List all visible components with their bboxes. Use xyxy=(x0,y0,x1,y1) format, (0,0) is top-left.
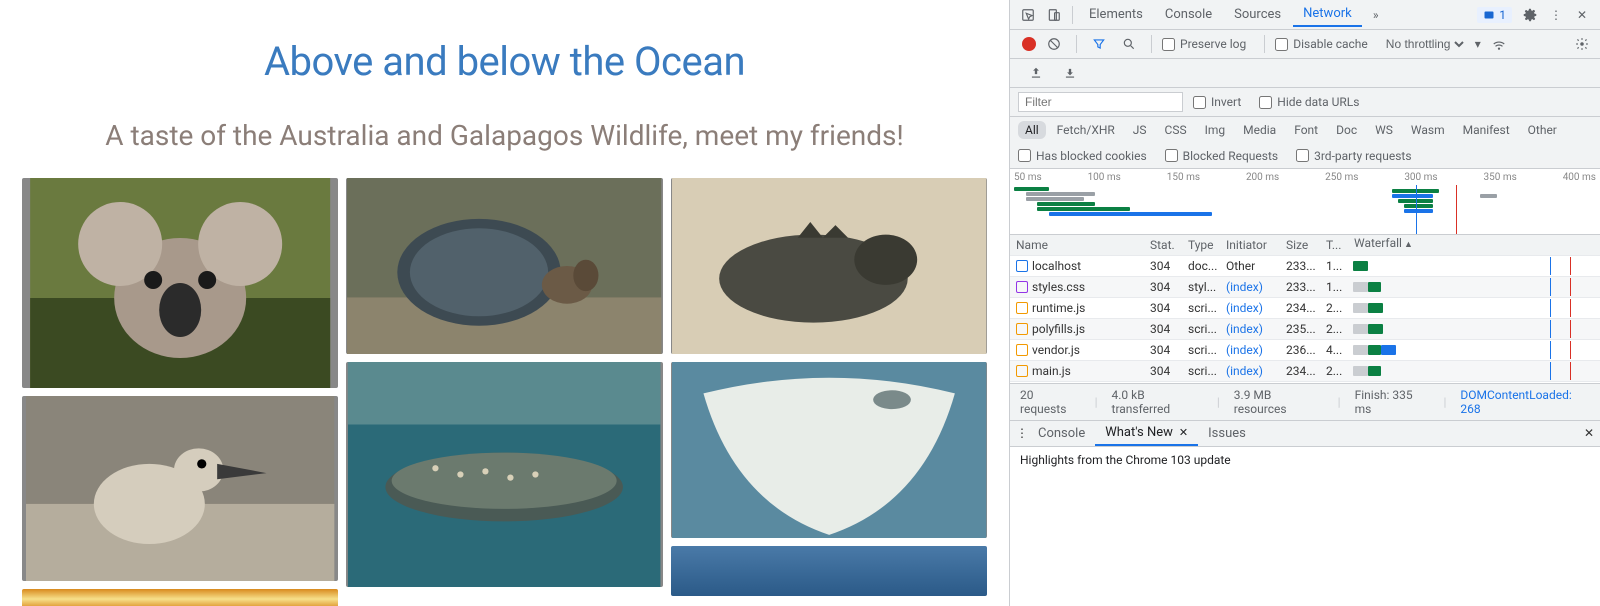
network-table: Name Stat. Type Initiator Size T... Wate… xyxy=(1010,235,1600,384)
throttling-select[interactable]: No throttling xyxy=(1382,36,1467,52)
timeline-overview[interactable]: 50 ms100 ms150 ms200 ms250 ms300 ms350 m… xyxy=(1010,169,1600,235)
upload-har-icon[interactable] xyxy=(1024,61,1048,85)
status-dcl: DOMContentLoaded: 268 xyxy=(1460,388,1590,416)
network-status-bar: 20 requests | 4.0 kB transferred | 3.9 M… xyxy=(1010,384,1600,421)
disable-cache-checkbox[interactable]: Disable cache xyxy=(1275,37,1368,51)
type-chip-wasm[interactable]: Wasm xyxy=(1404,121,1452,139)
status-resources: 3.9 MB resources xyxy=(1234,388,1324,416)
tab-elements[interactable]: Elements xyxy=(1079,3,1153,26)
filter-icon[interactable] xyxy=(1087,32,1111,56)
settings-icon[interactable] xyxy=(1518,3,1542,27)
has-blocked-cookies-checkbox[interactable]: Has blocked cookies xyxy=(1018,149,1147,163)
file-type-icon xyxy=(1016,344,1028,356)
file-type-icon xyxy=(1016,302,1028,314)
invert-checkbox[interactable]: Invert xyxy=(1193,95,1241,109)
file-type-icon xyxy=(1016,281,1028,293)
type-chip-font[interactable]: Font xyxy=(1287,121,1325,139)
type-chip-media[interactable]: Media xyxy=(1236,121,1283,139)
drawer-body: Highlights from the Chrome 103 update xyxy=(1010,447,1600,606)
page-title: Above and below the Ocean xyxy=(0,38,1009,85)
tab-console[interactable]: Console xyxy=(1155,3,1222,26)
gallery-image-bird[interactable] xyxy=(22,396,338,581)
gallery-image-whale-shark[interactable] xyxy=(346,362,662,587)
preserve-log-checkbox[interactable]: Preserve log xyxy=(1162,37,1246,51)
type-chip-manifest[interactable]: Manifest xyxy=(1456,121,1517,139)
issues-badge[interactable]: 1 xyxy=(1477,7,1512,23)
drawer-tab-issues[interactable]: Issues xyxy=(1198,422,1256,445)
hide-data-urls-checkbox[interactable]: Hide data URLs xyxy=(1259,95,1359,109)
drawer-tab-whatsnew[interactable]: What's New ✕ xyxy=(1095,421,1198,446)
network-row[interactable]: polyfills.js304scri...(index)235...2... xyxy=(1010,319,1600,340)
network-row[interactable]: main.js304scri...(index)234...2... xyxy=(1010,361,1600,382)
clear-icon[interactable] xyxy=(1042,32,1066,56)
file-type-icon xyxy=(1016,323,1028,335)
file-type-icon xyxy=(1016,365,1028,377)
close-drawer-icon[interactable]: ✕ xyxy=(1584,426,1594,440)
status-requests: 20 requests xyxy=(1020,388,1081,416)
status-finish: Finish: 335 ms xyxy=(1355,388,1430,416)
type-chip-other[interactable]: Other xyxy=(1521,121,1564,139)
type-chip-css[interactable]: CSS xyxy=(1158,121,1194,139)
filter-input[interactable] xyxy=(1018,92,1183,112)
blocked-row: Has blocked cookies Blocked Requests 3rd… xyxy=(1010,143,1600,169)
type-chip-ws[interactable]: WS xyxy=(1368,121,1400,139)
type-chip-img[interactable]: Img xyxy=(1198,121,1233,139)
gallery-image-koala[interactable] xyxy=(22,178,338,388)
network-filter-row: Invert Hide data URLs xyxy=(1010,88,1600,117)
network-conditions-icon[interactable] xyxy=(1487,32,1511,56)
download-har-icon[interactable] xyxy=(1058,61,1082,85)
image-gallery xyxy=(0,178,1009,606)
network-row[interactable]: runtime.js304scri...(index)234...2... xyxy=(1010,298,1600,319)
inspect-icon[interactable] xyxy=(1016,3,1040,27)
gallery-image-ocean[interactable] xyxy=(671,546,987,596)
website-viewport: Above and below the Ocean A taste of the… xyxy=(0,0,1009,606)
device-toggle-icon[interactable] xyxy=(1042,3,1066,27)
gallery-image-manta[interactable] xyxy=(671,362,987,538)
issues-count: 1 xyxy=(1499,8,1506,22)
blocked-requests-checkbox[interactable]: Blocked Requests xyxy=(1165,149,1278,163)
drawer-tab-console[interactable]: Console xyxy=(1028,422,1095,445)
type-chip-js[interactable]: JS xyxy=(1126,121,1154,139)
gallery-image-sunset[interactable] xyxy=(22,589,338,606)
network-table-header[interactable]: Name Stat. Type Initiator Size T... Wate… xyxy=(1010,235,1600,256)
type-chip-fetchxhr[interactable]: Fetch/XHR xyxy=(1050,121,1122,139)
status-transferred: 4.0 kB transferred xyxy=(1112,388,1203,416)
drawer-tab-bar: ⋮ Console What's New ✕ Issues ✕ xyxy=(1010,421,1600,447)
gallery-image-iguana[interactable] xyxy=(671,178,987,354)
network-row[interactable]: vendor.js304scri...(index)236...4... xyxy=(1010,340,1600,361)
tab-sources[interactable]: Sources xyxy=(1224,3,1291,26)
drawer-kebab-icon[interactable]: ⋮ xyxy=(1016,426,1028,440)
network-row[interactable]: styles.css304styl...(index)233...1... xyxy=(1010,277,1600,298)
record-button[interactable] xyxy=(1022,37,1036,51)
devtools-panel: Elements Console Sources Network » 1 ⋮ ✕… xyxy=(1009,0,1600,606)
file-type-icon xyxy=(1016,260,1028,272)
resource-type-filters: AllFetch/XHRJSCSSImgMediaFontDocWSWasmMa… xyxy=(1010,117,1600,143)
tab-network[interactable]: Network xyxy=(1293,2,1362,27)
gallery-image-tortoise[interactable] xyxy=(346,178,662,354)
type-chip-doc[interactable]: Doc xyxy=(1329,121,1364,139)
third-party-checkbox[interactable]: 3rd-party requests xyxy=(1296,149,1411,163)
more-tabs-icon[interactable]: » xyxy=(1364,3,1388,27)
network-settings-icon[interactable] xyxy=(1570,32,1594,56)
network-row[interactable]: localhost304doc...Other233...1... xyxy=(1010,256,1600,277)
close-devtools-icon[interactable]: ✕ xyxy=(1570,3,1594,27)
search-icon[interactable] xyxy=(1117,32,1141,56)
network-toolbar: Preserve log Disable cache No throttling… xyxy=(1010,30,1600,59)
devtools-tab-bar: Elements Console Sources Network » 1 ⋮ ✕ xyxy=(1010,0,1600,30)
network-export-bar xyxy=(1010,59,1600,88)
type-chip-all[interactable]: All xyxy=(1018,121,1046,139)
page-subtitle: A taste of the Australia and Galapagos W… xyxy=(0,119,1009,152)
kebab-icon[interactable]: ⋮ xyxy=(1544,3,1568,27)
close-tab-icon[interactable]: ✕ xyxy=(1179,426,1188,439)
